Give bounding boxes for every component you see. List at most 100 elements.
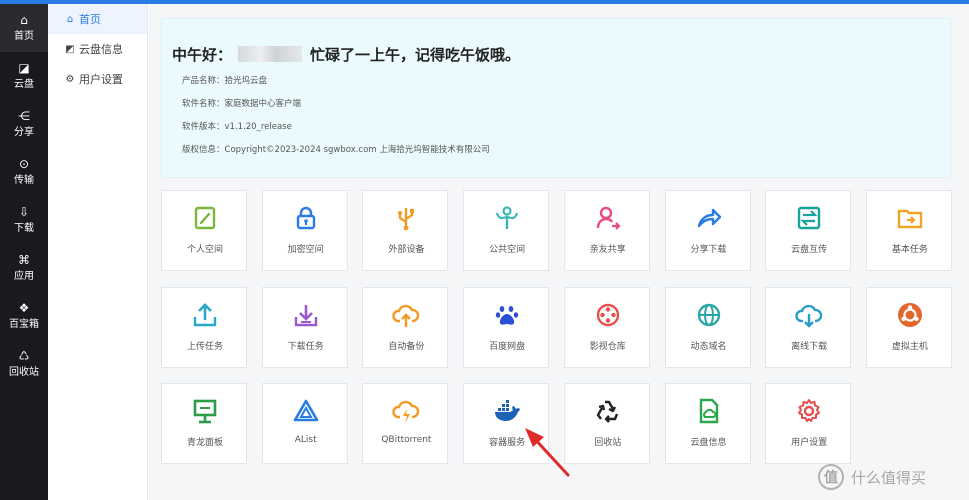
download-task-icon	[294, 304, 317, 326]
recycle-icon: ♺	[18, 349, 30, 363]
nav-item-label: 百宝箱	[9, 319, 39, 330]
app-tile-label: 动态域名	[690, 341, 727, 352]
nav-item-0[interactable]: ⌂ 首页	[0, 4, 48, 52]
app-tile-5[interactable]: 分享下载	[664, 190, 751, 271]
main-content: 中午好： 忙碌了一上午，记得吃午饭哦。 产品名称：拾光坞云盘 软件名称：家庭数据…	[149, 4, 969, 500]
subnav-item-label: 首页	[79, 13, 101, 26]
app-tile-label: 个人空间	[186, 245, 223, 255]
subnav-item-1[interactable]: ◩ 云盘信息	[48, 34, 147, 64]
app-tile-6[interactable]: 云盘互传	[765, 190, 852, 271]
app-tile-label: 分享下载	[690, 245, 727, 255]
download-icon: ⇩	[18, 205, 30, 219]
nav-item-label: 分享	[14, 127, 34, 138]
subnav-item-label: 云盘信息	[79, 43, 123, 56]
blurred-username	[238, 46, 303, 62]
info-card: 中午好： 忙碌了一上午，记得吃午饭哦。 产品名称：拾光坞云盘 软件名称：家庭数据…	[161, 18, 951, 178]
disk-info-icon	[699, 398, 718, 424]
app-tile-19[interactable]: 容器服务	[463, 383, 550, 464]
transfer-icon: ⊙	[18, 157, 30, 171]
app-tile-11[interactable]: 百度网盘	[463, 286, 550, 368]
app-tile-12[interactable]: 影视仓库	[563, 286, 650, 368]
app-tile-18[interactable]: QBittorrent	[362, 383, 449, 464]
home-icon: ⌂	[66, 13, 74, 25]
sub-nav: ⌂ 首页 ◩ 云盘信息 ⚙ 用户设置	[48, 4, 148, 500]
panel-icon	[193, 399, 217, 424]
app-tile-label: 云盘信息	[690, 438, 727, 448]
nav-item-label: 应用	[14, 271, 34, 282]
app-tile-4[interactable]: 亲友共享	[563, 190, 650, 271]
app-tile-label: 容器服务	[489, 438, 526, 448]
subnav-item-2[interactable]: ⚙ 用户设置	[48, 64, 147, 94]
app-tile-label: 加密空间	[287, 245, 324, 255]
app-tile-label: 云盘互传	[791, 245, 828, 255]
app-tile-label: 自动备份	[388, 341, 425, 352]
personal-space-icon	[194, 206, 216, 230]
app-tile-label: 外部设备	[388, 245, 425, 255]
app-tile-label: 青龙面板	[186, 438, 223, 448]
app-tile-14[interactable]: 离线下载	[765, 286, 852, 368]
subnav-item-label: 用户设置	[79, 73, 123, 86]
nav-item-7[interactable]: ♺ 回收站	[0, 340, 48, 388]
nav-item-5[interactable]: ⌘ 应用	[0, 244, 48, 292]
app-tile-label: AList	[294, 435, 317, 445]
app-tile-0[interactable]: 个人空间	[161, 190, 247, 271]
app-tile-label: 用户设置	[791, 438, 828, 448]
app-tile-17[interactable]: AList	[261, 383, 348, 464]
gear-icon	[798, 399, 821, 422]
apps-icon: ⌘	[18, 253, 30, 267]
nav-item-label: 传输	[14, 175, 34, 186]
app-tile-label: 基本任务	[891, 245, 928, 255]
nav-item-3[interactable]: ⊙ 传输	[0, 148, 48, 196]
recycle-icon	[596, 400, 618, 423]
app-tile-1[interactable]: 加密空间	[261, 190, 348, 271]
share-arrow-icon	[697, 208, 721, 228]
nav-item-label: 首页	[14, 31, 34, 42]
cloud-upload-icon	[392, 304, 420, 327]
baidu-icon	[495, 305, 519, 325]
nav-item-1[interactable]: ◪ 云盘	[0, 52, 48, 100]
nav-item-6[interactable]: ❖ 百宝箱	[0, 292, 48, 340]
exchange-icon	[797, 206, 821, 230]
main-nav: ⌂ 首页 ◪ 云盘 ⋲ 分享 ⊙ 传输 ⇩ 下载 ⌘ 应用 ❖ 百宝箱 ♺ 回收站	[0, 4, 48, 500]
user-share-icon	[596, 206, 621, 230]
app-tile-20[interactable]: 回收站	[563, 383, 650, 464]
watermark: 值 什么值得买	[818, 464, 926, 490]
ubuntu-icon	[897, 302, 922, 327]
app-tile-label: 百度网盘	[489, 341, 526, 352]
docker-icon	[495, 400, 521, 421]
app-tile-13[interactable]: 动态域名	[664, 286, 751, 368]
nav-item-2[interactable]: ⋲ 分享	[0, 100, 48, 148]
share-icon: ⋲	[18, 109, 30, 123]
app-tile-7[interactable]: 基本任务	[865, 190, 952, 271]
nav-item-label: 下载	[14, 223, 34, 234]
info-copyright: 版权信息：Copyright©2023-2024 sgwbox.com 上海拾光…	[182, 145, 490, 155]
lock-icon	[296, 206, 315, 230]
app-tile-15[interactable]: 虚拟主机	[865, 286, 952, 368]
app-tile-8[interactable]: 上传任务	[161, 286, 247, 368]
app-tile-label: 离线下载	[791, 341, 828, 352]
greeting: 中午好： 忙碌了一上午，记得吃午饭哦。	[172, 43, 520, 65]
info-product-name: 产品名称：拾光坞云盘	[182, 76, 268, 86]
greeting-suffix: 忙碌了一上午，记得吃午饭哦。	[310, 45, 521, 64]
app-tile-9[interactable]: 下载任务	[261, 286, 348, 368]
home-icon: ⌂	[20, 13, 28, 27]
app-tile-label: 下载任务	[287, 341, 324, 352]
nav-item-4[interactable]: ⇩ 下载	[0, 196, 48, 244]
app-tile-21[interactable]: 云盘信息	[664, 383, 751, 464]
upload-icon	[193, 302, 217, 326]
app-tile-2[interactable]: 外部设备	[362, 190, 449, 271]
app-tile-16[interactable]: 青龙面板	[161, 383, 247, 464]
lightning-cloud-icon	[392, 400, 420, 423]
nav-item-label: 云盘	[14, 79, 34, 90]
app-tile-10[interactable]: 自动备份	[362, 286, 449, 368]
greeting-prefix: 中午好：	[172, 45, 233, 64]
cloud-disk-icon: ◪	[18, 61, 30, 75]
usb-icon	[398, 208, 415, 231]
public-space-icon	[496, 206, 519, 229]
watermark-badge: 值	[818, 464, 844, 490]
app-tile-22[interactable]: 用户设置	[765, 383, 852, 464]
settings-icon: ⚙	[65, 73, 75, 85]
subnav-item-0[interactable]: ⌂ 首页	[48, 4, 147, 34]
app-tile-label: 回收站	[594, 438, 622, 448]
app-tile-3[interactable]: 公共空间	[463, 190, 550, 271]
